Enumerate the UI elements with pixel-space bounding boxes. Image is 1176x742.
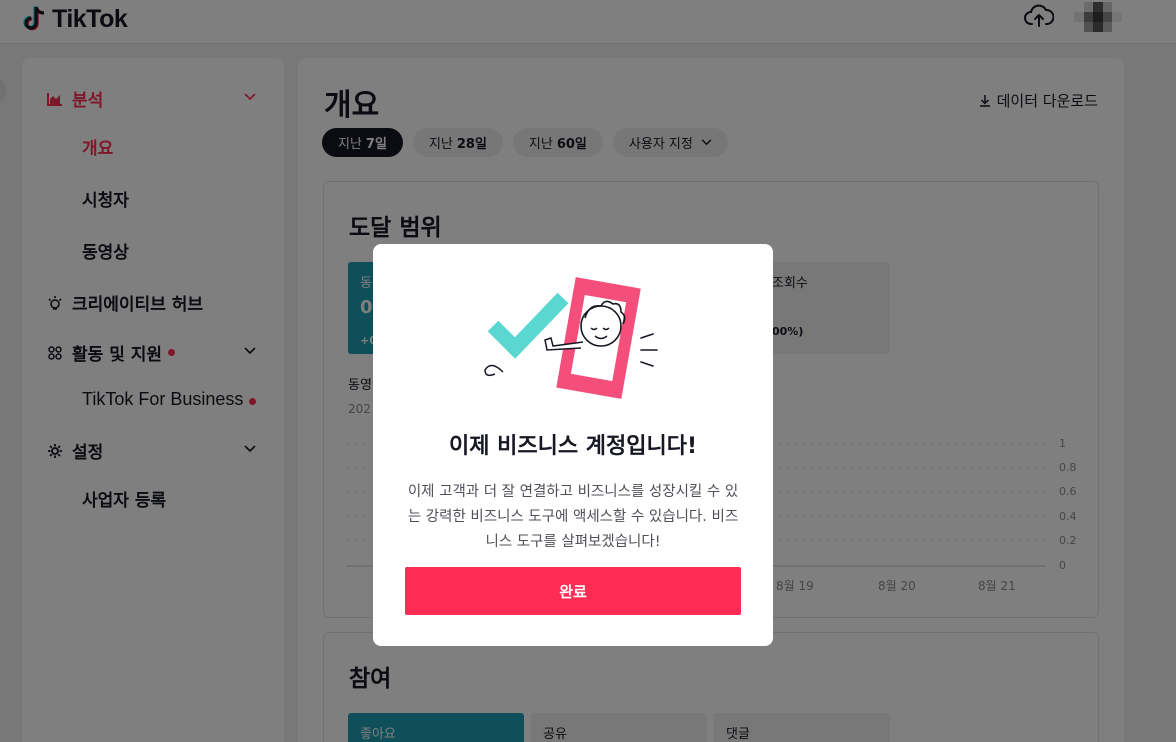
modal-title: 이제 비즈니스 계정입니다! bbox=[449, 434, 697, 459]
done-button[interactable]: 완료 bbox=[405, 567, 741, 615]
celebration-illustration bbox=[484, 277, 658, 399]
modal-body: 이제 고객과 더 잘 연결하고 비즈니스를 성장시킬 수 있는 강력한 비즈니스… bbox=[407, 484, 739, 550]
business-account-modal: 이제 비즈니스 계정입니다! 이제 고객과 더 잘 연결하고 비즈니스를 성장시… bbox=[373, 244, 773, 646]
